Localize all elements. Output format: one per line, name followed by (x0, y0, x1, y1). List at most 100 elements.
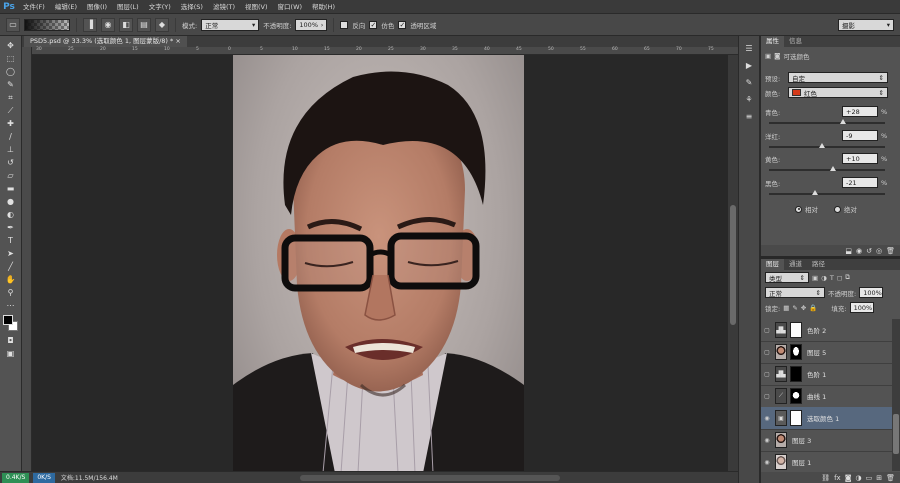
menu-view[interactable]: 视图(V) (240, 0, 273, 14)
cyan-input[interactable]: +28 (842, 106, 878, 117)
lock-image-icon[interactable]: ✎ (792, 304, 797, 312)
document-tab[interactable]: PSD5.psd @ 33.3% (选取颜色 1, 图层蒙版/8) * × (24, 36, 187, 47)
eyedropper-tool-icon[interactable]: ⟋ (3, 105, 19, 116)
layer-row[interactable]: ▢ ⟋ 曲线 1 (761, 385, 893, 408)
tab-channels[interactable]: 通道 (784, 259, 807, 270)
menu-select[interactable]: 选择(S) (176, 0, 208, 14)
slider-handle[interactable] (818, 143, 825, 148)
filter-pixel-icon[interactable]: ▣ (812, 274, 818, 282)
yellow-input[interactable]: +10 (842, 153, 878, 164)
layer-mask-thumbnail[interactable] (790, 388, 802, 404)
layer-filter-dropdown[interactable]: 类型 ⇕ (765, 272, 809, 283)
trash-icon[interactable]: 🗑 (886, 247, 895, 255)
brush-preset-icon[interactable]: ✎ (742, 76, 756, 88)
yellow-slider[interactable] (769, 166, 885, 171)
layer-row[interactable]: ◉ 图层 3 (761, 429, 893, 452)
layer-row[interactable]: ▢ 图层 5 (761, 341, 893, 364)
slider-handle[interactable] (829, 166, 836, 171)
path-select-tool-icon[interactable]: ➤ (3, 248, 19, 259)
close-icon[interactable]: × (175, 37, 180, 45)
workspace-dropdown[interactable]: 摄影 ▾ (838, 19, 894, 31)
menu-filter[interactable]: 滤镜(T) (208, 0, 240, 14)
gradient-picker[interactable] (24, 18, 70, 31)
reset-icon[interactable]: ↺ (866, 247, 872, 255)
lock-transparent-icon[interactable]: ▦ (783, 304, 789, 312)
scrollbar-thumb[interactable] (730, 205, 736, 325)
blur-tool-icon[interactable]: ● (3, 196, 19, 207)
play-action-icon[interactable]: ▶ (742, 59, 756, 71)
menu-edit[interactable]: 编辑(E) (50, 0, 82, 14)
layer-row[interactable]: ▢ ▟▙ 色阶 2 (761, 319, 893, 342)
line-tool-icon[interactable]: ╱ (3, 261, 19, 272)
layer-row[interactable]: ▢ ▟▙ 色阶 1 (761, 363, 893, 386)
quick-select-tool-icon[interactable]: ✎ (3, 79, 19, 90)
dither-checkbox[interactable]: ✓ (369, 20, 378, 29)
linear-gradient-icon[interactable]: ▐ (83, 17, 97, 32)
quick-mask-icon[interactable]: ◘ (3, 335, 19, 346)
opacity-field[interactable]: 100% › (295, 18, 328, 31)
healing-brush-tool-icon[interactable]: ✚ (3, 118, 19, 129)
history-icon[interactable]: ☰ (742, 42, 756, 54)
screen-mode-icon[interactable]: ▣ (3, 348, 19, 359)
history-brush-tool-icon[interactable]: ↺ (3, 157, 19, 168)
menu-help[interactable]: 帮助(H) (307, 0, 340, 14)
scrollbar-thumb[interactable] (893, 414, 899, 454)
layer-style-icon[interactable]: fx (834, 474, 841, 482)
link-layers-icon[interactable]: ⛓ (821, 474, 830, 482)
layers-scrollbar[interactable] (892, 319, 900, 471)
horizontal-scrollbar[interactable] (300, 475, 560, 481)
colors-dropdown[interactable]: 红色 ⇕ (788, 87, 888, 98)
menu-image[interactable]: 图像(I) (82, 0, 112, 14)
clone-source-icon[interactable]: ⚘ (742, 93, 756, 105)
eye-icon[interactable]: ◉ (761, 415, 773, 422)
layer-mask-thumbnail[interactable] (790, 322, 802, 338)
gradient-tool-icon[interactable]: ▭ (6, 17, 20, 32)
eye-icon[interactable]: ▢ (761, 393, 773, 400)
layer-opacity-input[interactable]: 100% (859, 287, 884, 298)
layer-mask-thumbnail[interactable] (790, 366, 802, 382)
blend-mode-dropdown[interactable]: 正常 ⇕ (765, 287, 825, 298)
lasso-tool-icon[interactable]: ◯ (3, 66, 19, 77)
eye-icon[interactable]: ◉ (761, 437, 773, 444)
new-adjustment-icon[interactable]: ◑ (856, 474, 862, 482)
filter-type-icon[interactable]: T (830, 274, 834, 282)
clone-stamp-tool-icon[interactable]: ⊥ (3, 144, 19, 155)
slider-handle[interactable] (840, 119, 847, 124)
tab-properties[interactable]: 属性 (761, 36, 784, 47)
lock-position-icon[interactable]: ✥ (801, 304, 806, 312)
cyan-slider[interactable] (769, 119, 885, 124)
view-previous-icon[interactable]: ◉ (856, 247, 862, 255)
adjustments-icon[interactable]: ≡ (742, 110, 756, 122)
radial-gradient-icon[interactable]: ◉ (101, 17, 115, 32)
reverse-checkbox[interactable] (340, 20, 349, 29)
marquee-tool-icon[interactable]: ⬚ (3, 53, 19, 64)
move-tool-icon[interactable]: ✥ (3, 40, 19, 51)
new-group-icon[interactable]: ▭ (866, 474, 873, 482)
filter-shape-icon[interactable]: ◻ (837, 274, 842, 282)
preset-dropdown[interactable]: 自定 ⇕ (788, 72, 888, 83)
black-input[interactable]: -21 (842, 177, 878, 188)
layer-row[interactable]: ◉ 图层 1 (761, 451, 893, 474)
brush-tool-icon[interactable]: ∕ (3, 131, 19, 142)
foreground-color-swatch[interactable] (2, 315, 13, 325)
transparency-checkbox[interactable]: ✓ (398, 20, 407, 29)
menu-type[interactable]: 文字(Y) (144, 0, 176, 14)
layer-row[interactable]: ◉ ▣ 选取颜色 1 (761, 407, 893, 430)
menu-window[interactable]: 窗口(W) (273, 0, 308, 14)
mode-dropdown[interactable]: 正常 ▾ (201, 18, 260, 31)
magenta-slider[interactable] (769, 143, 885, 148)
angle-gradient-icon[interactable]: ◧ (119, 17, 133, 32)
add-mask-icon[interactable]: ◙ (845, 474, 852, 482)
menu-layer[interactable]: 图层(L) (112, 0, 144, 14)
gradient-tool-icon[interactable]: ▬ (3, 183, 19, 194)
pen-tool-icon[interactable]: ✒ (3, 222, 19, 233)
eraser-tool-icon[interactable]: ▱ (3, 170, 19, 181)
lock-all-icon[interactable]: 🔒 (809, 304, 817, 312)
slider-handle[interactable] (811, 190, 818, 195)
fill-input[interactable]: 100% (849, 302, 874, 313)
type-tool-icon[interactable]: T (3, 235, 19, 246)
black-slider[interactable] (769, 190, 885, 195)
hand-tool-icon[interactable]: ✋ (3, 274, 19, 285)
menu-file[interactable]: 文件(F) (18, 0, 50, 14)
canvas-area[interactable]: A ¶ (32, 55, 728, 471)
